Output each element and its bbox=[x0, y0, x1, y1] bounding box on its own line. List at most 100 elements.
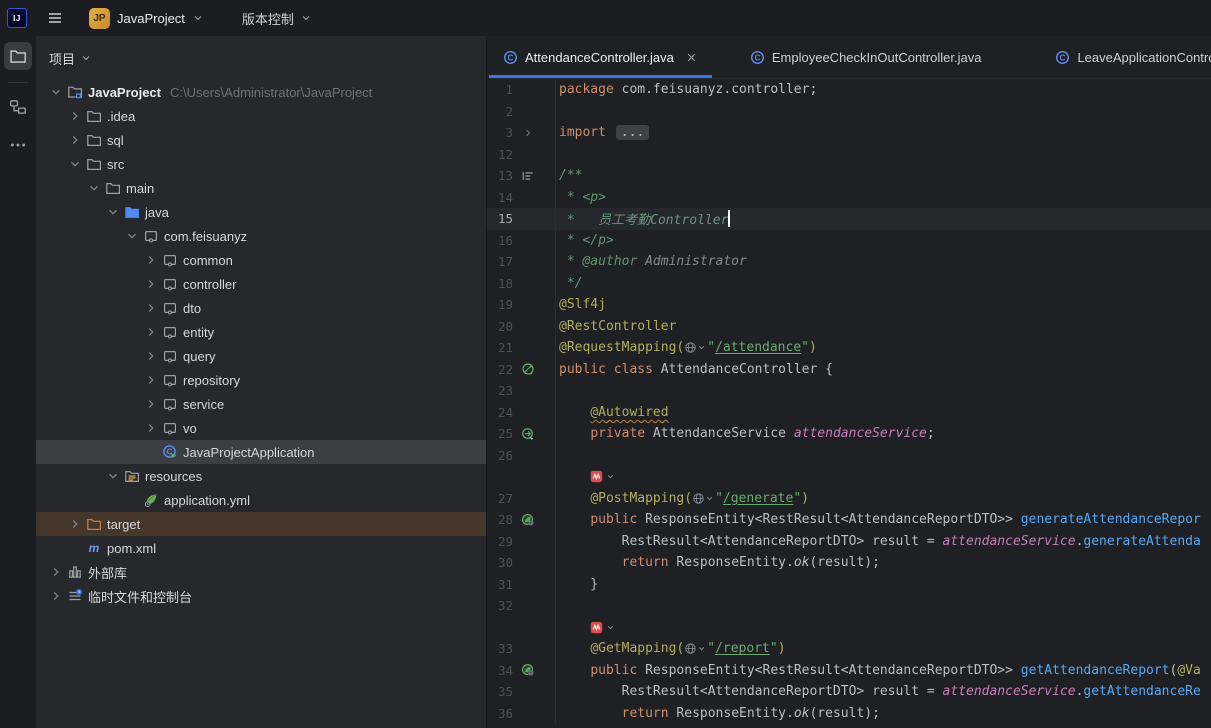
tree-item-entity[interactable]: entity bbox=[36, 320, 486, 344]
code-line[interactable]: 24 @Autowired bbox=[487, 402, 1211, 424]
code-line[interactable]: 15 * 员工考勤Controller bbox=[487, 208, 1211, 230]
url-globe-icon[interactable] bbox=[684, 341, 706, 354]
rest-endpoint-icon[interactable] bbox=[521, 663, 535, 677]
chevron-down-icon[interactable] bbox=[606, 623, 615, 632]
code-line[interactable]: 1package com.feisuanyz.controller; bbox=[487, 79, 1211, 101]
chevron-down-icon[interactable] bbox=[125, 229, 139, 243]
chevron-right-icon[interactable] bbox=[144, 277, 158, 291]
code-line[interactable]: 14 * <p> bbox=[487, 187, 1211, 209]
code-line[interactable]: 2 bbox=[487, 101, 1211, 123]
code-line[interactable]: 34 public ResponseEntity<RestResult<Atte… bbox=[487, 660, 1211, 682]
code-text: @Slf4j bbox=[555, 294, 606, 316]
project-tool-button[interactable] bbox=[4, 42, 32, 70]
tree-item-外部库[interactable]: 外部库 bbox=[36, 560, 486, 584]
tree-item-java[interactable]: java bbox=[36, 200, 486, 224]
chevron-right-icon[interactable] bbox=[144, 373, 158, 387]
code-line[interactable]: 3import ... bbox=[487, 122, 1211, 144]
code-line[interactable]: 28 public ResponseEntity<RestResult<Atte… bbox=[487, 509, 1211, 531]
chevron-right-icon[interactable] bbox=[144, 421, 158, 435]
chevron-down-icon[interactable] bbox=[49, 85, 63, 99]
tab-employeecheckinoutcontroller.java[interactable]: CEmployeeCheckInOutController.java bbox=[736, 36, 996, 78]
tree-item-临时文件和控制台[interactable]: 临时文件和控制台 bbox=[36, 584, 486, 608]
tree-item-label: .idea bbox=[107, 109, 135, 124]
tree-item-query[interactable]: query bbox=[36, 344, 486, 368]
spring-bean-icon[interactable] bbox=[521, 362, 535, 376]
chevron-right-icon[interactable] bbox=[144, 325, 158, 339]
tree-item-target[interactable]: target bbox=[36, 512, 486, 536]
toggle-rendered-doc-icon[interactable] bbox=[521, 169, 535, 183]
code-line[interactable]: 16 * </p> bbox=[487, 230, 1211, 252]
tree-item-src[interactable]: src bbox=[36, 152, 486, 176]
code-line[interactable]: 32 bbox=[487, 595, 1211, 617]
inlay-row[interactable] bbox=[487, 466, 1211, 488]
main-menu-button[interactable] bbox=[43, 6, 67, 30]
project-selector[interactable]: JP JavaProject bbox=[83, 5, 210, 32]
tree-item-dto[interactable]: dto bbox=[36, 296, 486, 320]
code-line[interactable]: 23 bbox=[487, 380, 1211, 402]
project-panel-header[interactable]: 项目 bbox=[36, 36, 486, 80]
url-globe-icon[interactable] bbox=[692, 492, 714, 505]
code-line[interactable]: 26 bbox=[487, 445, 1211, 467]
tree-item-resources[interactable]: resources bbox=[36, 464, 486, 488]
code-line[interactable]: 20@RestController bbox=[487, 316, 1211, 338]
tree-item-com.feisuanyz[interactable]: com.feisuanyz bbox=[36, 224, 486, 248]
tree-item-javaproject[interactable]: JavaProjectC:\Users\Administrator\JavaPr… bbox=[36, 80, 486, 104]
chevron-right-icon[interactable] bbox=[144, 397, 158, 411]
chevron-down-icon[interactable] bbox=[87, 181, 101, 195]
code-line[interactable]: 27 @PostMapping("/generate") bbox=[487, 488, 1211, 510]
api-plugin-badge[interactable] bbox=[590, 621, 615, 634]
inlay-row[interactable] bbox=[487, 617, 1211, 639]
url-globe-icon[interactable] bbox=[684, 642, 706, 655]
tree-item-repository[interactable]: repository bbox=[36, 368, 486, 392]
code-line[interactable]: 21@RequestMapping("/attendance") bbox=[487, 337, 1211, 359]
structure-tool-button[interactable] bbox=[4, 93, 32, 121]
code-line[interactable]: 13/** bbox=[487, 165, 1211, 187]
fold-region-toggle-icon[interactable] bbox=[522, 127, 534, 139]
chevron-right-icon[interactable] bbox=[49, 565, 63, 579]
chevron-down-icon[interactable] bbox=[68, 157, 82, 171]
code-line[interactable]: 18 */ bbox=[487, 273, 1211, 295]
chevron-right-icon[interactable] bbox=[144, 301, 158, 315]
code-line[interactable]: 29 RestResult<AttendanceReportDTO> resul… bbox=[487, 531, 1211, 553]
code-line[interactable]: 33 @GetMapping("/report") bbox=[487, 638, 1211, 660]
tab-leaveapplicationcontroller.java[interactable]: CLeaveApplicationController.java bbox=[1041, 36, 1211, 78]
chevron-down-icon[interactable] bbox=[106, 205, 120, 219]
tree-item-javaprojectapplication[interactable]: CJavaProjectApplication bbox=[36, 440, 486, 464]
tree-item-controller[interactable]: controller bbox=[36, 272, 486, 296]
api-plugin-badge-icon[interactable] bbox=[590, 621, 603, 634]
tree-item-.idea[interactable]: .idea bbox=[36, 104, 486, 128]
code-line[interactable]: 12 bbox=[487, 144, 1211, 166]
code-line[interactable]: 31 } bbox=[487, 574, 1211, 596]
tab-attendancecontroller.java[interactable]: CAttendanceController.java bbox=[489, 36, 712, 78]
tree-item-vo[interactable]: vo bbox=[36, 416, 486, 440]
tree-item-main[interactable]: main bbox=[36, 176, 486, 200]
chevron-right-icon[interactable] bbox=[68, 109, 82, 123]
api-plugin-badge-icon[interactable] bbox=[590, 470, 603, 483]
autowired-dependency-icon[interactable] bbox=[521, 427, 535, 441]
code-line[interactable]: 22public class AttendanceController { bbox=[487, 359, 1211, 381]
chevron-down-icon[interactable] bbox=[606, 472, 615, 481]
code-line[interactable]: 17 * @author Administrator bbox=[487, 251, 1211, 273]
code-line[interactable]: 19@Slf4j bbox=[487, 294, 1211, 316]
api-plugin-badge[interactable] bbox=[590, 470, 615, 483]
chevron-right-icon[interactable] bbox=[144, 253, 158, 267]
chevron-down-icon[interactable] bbox=[106, 469, 120, 483]
code-line[interactable]: 25 private AttendanceService attendanceS… bbox=[487, 423, 1211, 445]
code-line[interactable]: 36 return ResponseEntity.ok(result); bbox=[487, 703, 1211, 725]
chevron-right-icon[interactable] bbox=[68, 133, 82, 147]
code-line[interactable]: 35 RestResult<AttendanceReportDTO> resul… bbox=[487, 681, 1211, 703]
tree-item-sql[interactable]: sql bbox=[36, 128, 486, 152]
folded-imports-region[interactable]: ... bbox=[616, 125, 649, 140]
chevron-right-icon[interactable] bbox=[68, 517, 82, 531]
chevron-right-icon[interactable] bbox=[144, 349, 158, 363]
tree-item-common[interactable]: common bbox=[36, 248, 486, 272]
tab-close-button[interactable] bbox=[685, 51, 698, 64]
tree-item-service[interactable]: service bbox=[36, 392, 486, 416]
more-tools-button[interactable] bbox=[4, 131, 32, 159]
tree-item-application.yml[interactable]: application.yml bbox=[36, 488, 486, 512]
chevron-right-icon[interactable] bbox=[49, 589, 63, 603]
rest-endpoint-icon[interactable] bbox=[521, 513, 535, 527]
code-line[interactable]: 30 return ResponseEntity.ok(result); bbox=[487, 552, 1211, 574]
vcs-selector[interactable]: 版本控制 bbox=[236, 6, 318, 31]
tree-item-pom.xml[interactable]: mpom.xml bbox=[36, 536, 486, 560]
